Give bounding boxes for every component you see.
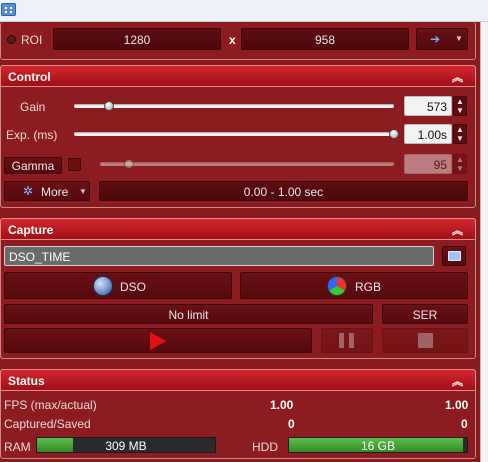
limit-selector[interactable]: No limit — [4, 304, 373, 324]
exposure-range-display: 0.00 - 1.00 sec — [99, 181, 468, 201]
more-label: More — [41, 185, 69, 199]
dso-mode-button[interactable]: DSO — [4, 272, 232, 299]
gain-slider[interactable] — [74, 104, 394, 108]
play-icon — [150, 332, 166, 350]
gear-icon: ✲ — [23, 184, 34, 198]
roi-height-field[interactable]: 958 — [241, 28, 409, 50]
ram-usage-bar: 309 MB — [36, 437, 216, 453]
fps-actual-value: 1.00 — [445, 398, 469, 412]
gain-label: Gain — [20, 100, 46, 114]
collapse-icon[interactable]: ︽ — [452, 222, 463, 238]
start-capture-button[interactable] — [4, 328, 312, 353]
app-icon — [1, 3, 16, 16]
collapse-icon[interactable]: ︽ — [452, 69, 463, 85]
roi-row: ROI 1280 x 958 ➔ ▼ — [0, 22, 476, 60]
exposure-stepper[interactable]: ▲ ▼ — [453, 124, 467, 144]
hdd-usage-bar: 16 GB — [288, 437, 468, 453]
chevron-down-icon: ▼ — [455, 34, 463, 43]
control-title: Control — [8, 70, 51, 84]
rgb-icon — [327, 276, 347, 296]
control-section-header[interactable]: Control ︽ — [0, 65, 476, 87]
arrow-right-icon: ➔ — [430, 32, 441, 46]
rgb-mode-button[interactable]: RGB — [240, 272, 468, 299]
pause-capture-button[interactable] — [321, 328, 373, 353]
camera-icon — [448, 251, 461, 261]
status-section-header[interactable]: Status ︽ — [0, 369, 476, 391]
ram-usage-value: 309 MB — [105, 439, 147, 453]
more-button[interactable]: ✲ More ▼ — [4, 181, 90, 201]
fps-max-value: 1.00 — [270, 398, 294, 412]
gamma-slider[interactable] — [100, 162, 394, 166]
pause-icon — [349, 333, 354, 348]
roi-indicator-icon[interactable] — [7, 35, 16, 44]
capture-filename-input[interactable]: DSO_TIME — [4, 246, 434, 266]
status-title: Status — [8, 374, 45, 388]
hdd-usage-value: 16 GB — [360, 439, 396, 453]
capture-section-header[interactable]: Capture ︽ — [0, 218, 476, 240]
pause-icon — [339, 333, 344, 348]
collapse-icon[interactable]: ︽ — [452, 373, 463, 389]
format-selector[interactable]: SER — [382, 304, 468, 324]
roi-width-field[interactable]: 1280 — [53, 28, 221, 50]
gamma-checkbox[interactable] — [68, 158, 81, 171]
window-titlebar — [0, 0, 488, 22]
exposure-slider-handle[interactable] — [389, 129, 399, 139]
gamma-button[interactable]: Gamma — [4, 157, 62, 174]
roi-apply-dropdown[interactable]: ➔ ▼ — [416, 28, 468, 50]
gamma-value-field[interactable]: 95 — [404, 154, 452, 174]
exposure-slider[interactable] — [74, 132, 394, 136]
hdd-label: HDD — [252, 440, 278, 454]
capture-title: Capture — [8, 223, 54, 237]
exposure-label: Exp. (ms) — [6, 128, 58, 142]
roi-separator: x — [229, 33, 236, 47]
exposure-value-field[interactable]: 1.00s — [404, 124, 452, 144]
stop-icon — [418, 333, 433, 348]
rgb-label: RGB — [355, 280, 382, 294]
captured-label: Captured/Saved — [4, 417, 91, 431]
stop-capture-button[interactable] — [382, 328, 468, 353]
captured-value: 0 — [288, 417, 295, 431]
gain-stepper[interactable]: ▲ ▼ — [453, 96, 467, 116]
fps-label: FPS (max/actual) — [4, 398, 97, 412]
gain-value-field[interactable]: 573 — [404, 96, 452, 116]
roi-label: ROI — [21, 33, 43, 47]
saved-value: 0 — [461, 417, 468, 431]
gamma-stepper[interactable]: ▲ ▼ — [453, 154, 467, 174]
dso-label: DSO — [120, 280, 147, 294]
ram-label: RAM — [4, 440, 31, 454]
right-scrollbar[interactable] — [480, 22, 488, 462]
galaxy-icon — [93, 276, 113, 296]
folder-button[interactable] — [442, 246, 466, 266]
chevron-down-icon: ▼ — [79, 187, 87, 196]
